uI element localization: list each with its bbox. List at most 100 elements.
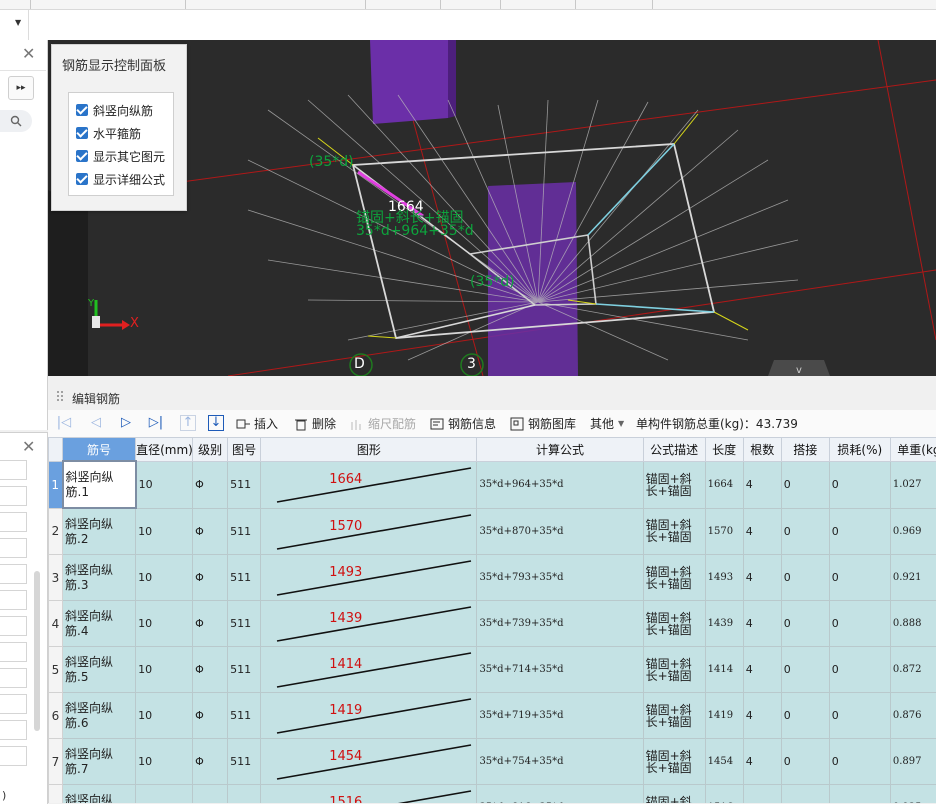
count-cell[interactable]: 4 bbox=[743, 461, 781, 508]
shape-cell[interactable]: 1570 bbox=[261, 508, 477, 555]
formula-desc-cell[interactable]: 锚固+斜长+锚固 bbox=[643, 461, 705, 508]
property-field[interactable] bbox=[0, 564, 27, 584]
loss-cell[interactable]: 0 bbox=[829, 601, 890, 647]
formula-desc-cell[interactable]: 锚固+斜长+锚固 bbox=[643, 508, 705, 555]
diameter-cell[interactable]: 10 bbox=[136, 647, 193, 693]
table-row[interactable]: 2斜竖向纵筋.210Φ511157035*d+870+35*d锚固+斜长+锚固1… bbox=[49, 508, 936, 555]
formula-desc-cell[interactable]: 锚固+斜长+锚固 bbox=[643, 693, 705, 739]
count-cell[interactable]: 4 bbox=[743, 693, 781, 739]
rebar-info-button[interactable]: 钢筋信息 bbox=[430, 415, 496, 432]
move-up-icon[interactable]: ↑ bbox=[180, 415, 196, 431]
formula-cell[interactable]: 35*d+964+35*d bbox=[477, 461, 643, 508]
length-cell[interactable]: 1439 bbox=[705, 601, 743, 647]
shape-cell[interactable]: 1419 bbox=[261, 693, 477, 739]
checkbox[interactable] bbox=[76, 127, 88, 139]
row-number[interactable]: 3 bbox=[49, 555, 63, 601]
lap-cell[interactable]: 0 bbox=[781, 739, 829, 785]
shape-cell[interactable]: 1493 bbox=[261, 555, 477, 601]
diameter-cell[interactable]: 10 bbox=[136, 508, 193, 555]
row-number[interactable]: 5 bbox=[49, 647, 63, 693]
insert-button[interactable]: 插入 bbox=[236, 415, 278, 432]
expand-button[interactable]: ▸▸ bbox=[8, 76, 34, 100]
figure-number-cell[interactable]: 511 bbox=[228, 461, 261, 508]
column-header[interactable]: 搭接 bbox=[781, 438, 829, 462]
shape-cell[interactable]: 1664 bbox=[261, 461, 477, 508]
unit-weight-cell[interactable]: 0.876 bbox=[890, 693, 936, 739]
lap-cell[interactable]: 0 bbox=[781, 647, 829, 693]
length-cell[interactable]: 1493 bbox=[705, 555, 743, 601]
table-row[interactable]: 5斜竖向纵筋.510Φ511141435*d+714+35*d锚固+斜长+锚固1… bbox=[49, 647, 936, 693]
column-header[interactable]: 根数 bbox=[743, 438, 781, 462]
grade-cell[interactable]: Φ bbox=[193, 647, 228, 693]
column-header[interactable]: 图号 bbox=[228, 438, 261, 462]
formula-cell[interactable]: 35*d+870+35*d bbox=[477, 508, 643, 555]
grade-cell[interactable]: Φ bbox=[193, 785, 228, 804]
grade-cell[interactable]: Φ bbox=[193, 461, 228, 508]
lap-cell[interactable]: 0 bbox=[781, 461, 829, 508]
diameter-cell[interactable]: 10 bbox=[136, 555, 193, 601]
shape-cell[interactable]: 1439 bbox=[261, 601, 477, 647]
drag-handle-icon[interactable] bbox=[56, 390, 64, 404]
formula-cell[interactable]: 35*d+739+35*d bbox=[477, 601, 643, 647]
length-cell[interactable]: 1664 bbox=[705, 461, 743, 508]
formula-desc-cell[interactable]: 锚固+斜长+锚固 bbox=[643, 785, 705, 804]
count-cell[interactable]: 4 bbox=[743, 555, 781, 601]
prev-record-icon[interactable]: ◁ bbox=[88, 415, 104, 431]
formula-cell[interactable]: 35*d+714+35*d bbox=[477, 647, 643, 693]
lap-cell[interactable]: 0 bbox=[781, 508, 829, 555]
unit-weight-cell[interactable]: 0.921 bbox=[890, 555, 936, 601]
diameter-cell[interactable]: 10 bbox=[136, 739, 193, 785]
checkbox[interactable] bbox=[76, 150, 88, 162]
lap-cell[interactable]: 0 bbox=[781, 601, 829, 647]
bar-name-cell[interactable]: 斜竖向纵筋.4 bbox=[63, 601, 136, 647]
grade-cell[interactable]: Φ bbox=[193, 693, 228, 739]
column-header[interactable]: 筋号 bbox=[63, 438, 136, 462]
close-icon[interactable]: ✕ bbox=[22, 44, 35, 63]
unit-weight-cell[interactable]: 1.027 bbox=[890, 461, 936, 508]
column-header[interactable]: 长度 bbox=[705, 438, 743, 462]
loss-cell[interactable]: 0 bbox=[829, 693, 890, 739]
bar-name-cell[interactable]: 斜竖向纵筋.3 bbox=[63, 555, 136, 601]
formula-desc-cell[interactable]: 锚固+斜长+锚固 bbox=[643, 601, 705, 647]
property-field[interactable] bbox=[0, 486, 27, 506]
delete-button[interactable]: 删除 bbox=[294, 415, 336, 432]
figure-number-cell[interactable]: 511 bbox=[228, 555, 261, 601]
count-cell[interactable]: 4 bbox=[743, 785, 781, 804]
count-cell[interactable]: 4 bbox=[743, 647, 781, 693]
length-cell[interactable]: 1414 bbox=[705, 647, 743, 693]
unit-weight-cell[interactable]: 0.888 bbox=[890, 601, 936, 647]
formula-cell[interactable]: 35*d+719+35*d bbox=[477, 693, 643, 739]
loss-cell[interactable]: 0 bbox=[829, 785, 890, 804]
property-field[interactable] bbox=[0, 746, 27, 766]
bar-name-cell[interactable]: 斜竖向纵筋.8 bbox=[63, 785, 136, 804]
formula-cell[interactable]: 35*d+793+35*d bbox=[477, 555, 643, 601]
bar-name-cell[interactable]: 斜竖向纵筋.2 bbox=[63, 508, 136, 555]
bar-name-cell[interactable]: 斜竖向纵筋.1 bbox=[63, 461, 136, 508]
property-field[interactable] bbox=[0, 590, 27, 610]
option-horizontal-stirrup[interactable]: 水平箍筋 bbox=[76, 123, 141, 143]
row-number[interactable]: 7 bbox=[49, 739, 63, 785]
property-field[interactable] bbox=[0, 642, 27, 662]
close-icon[interactable]: ✕ bbox=[22, 437, 35, 456]
count-cell[interactable]: 4 bbox=[743, 601, 781, 647]
option-show-other[interactable]: 显示其它图元 bbox=[76, 146, 165, 166]
diameter-cell[interactable]: 10 bbox=[136, 785, 193, 804]
table-row[interactable]: 4斜竖向纵筋.410Φ511143935*d+739+35*d锚固+斜长+锚固1… bbox=[49, 601, 936, 647]
lap-cell[interactable]: 0 bbox=[781, 693, 829, 739]
unit-weight-cell[interactable]: 0.872 bbox=[890, 647, 936, 693]
length-cell[interactable]: 1419 bbox=[705, 693, 743, 739]
unit-weight-cell[interactable]: 0.897 bbox=[890, 739, 936, 785]
formula-desc-cell[interactable]: 锚固+斜长+锚固 bbox=[643, 555, 705, 601]
bar-name-cell[interactable]: 斜竖向纵筋.5 bbox=[63, 647, 136, 693]
property-field[interactable] bbox=[0, 460, 27, 480]
column-header[interactable]: 计算公式 bbox=[477, 438, 643, 462]
figure-number-cell[interactable]: 511 bbox=[228, 601, 261, 647]
lap-cell[interactable]: 0 bbox=[781, 555, 829, 601]
row-number[interactable]: 2 bbox=[49, 508, 63, 555]
other-menu[interactable]: 其他 ▼ bbox=[590, 415, 624, 432]
bar-name-cell[interactable]: 斜竖向纵筋.7 bbox=[63, 739, 136, 785]
grade-cell[interactable]: Φ bbox=[193, 555, 228, 601]
property-field[interactable] bbox=[0, 616, 27, 636]
scrollbar[interactable] bbox=[34, 571, 40, 731]
figure-number-cell[interactable]: 511 bbox=[228, 739, 261, 785]
